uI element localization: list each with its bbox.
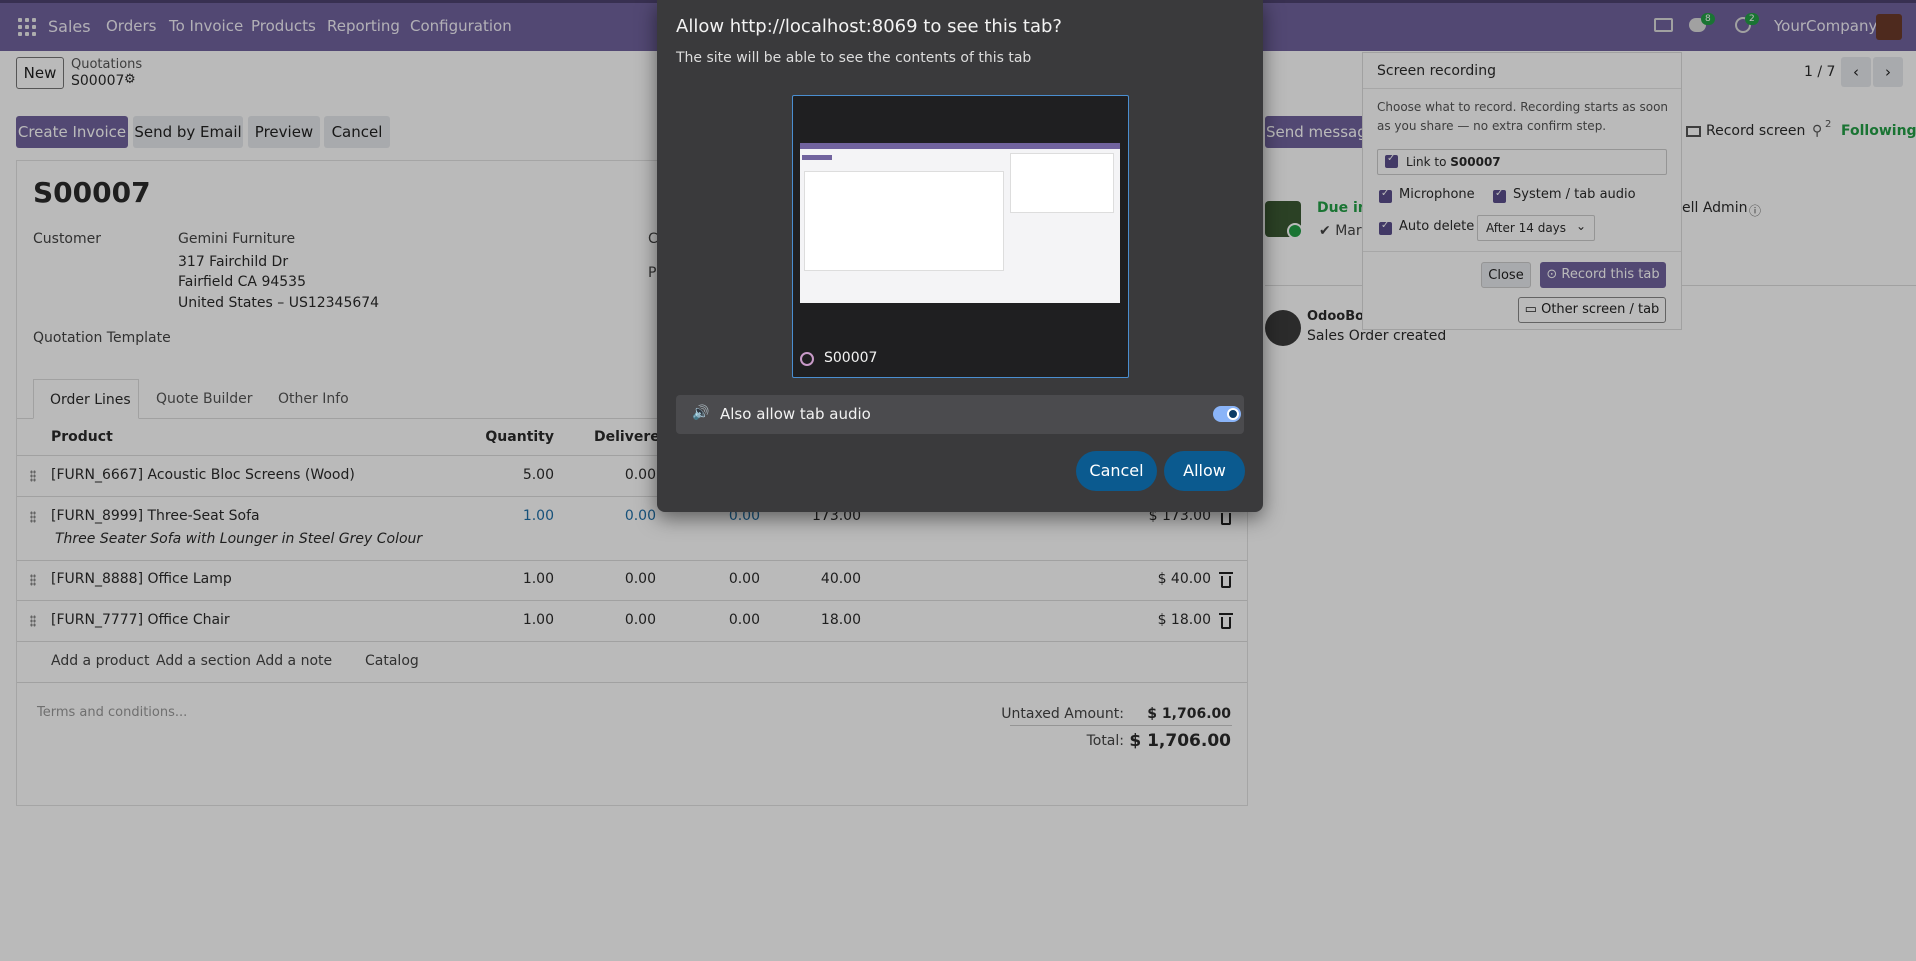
audio-toggle-switch[interactable] bbox=[1213, 406, 1241, 422]
dialog-cancel-button[interactable]: Cancel bbox=[1076, 451, 1157, 491]
speaker-icon: 🔊 bbox=[692, 405, 710, 421]
audio-toggle-row: 🔊 Also allow tab audio bbox=[676, 395, 1244, 434]
tab-name: S00007 bbox=[824, 350, 878, 366]
tab-option-card[interactable]: S00007 bbox=[792, 95, 1129, 378]
tab-thumbnail bbox=[800, 143, 1120, 303]
dialog-allow-button[interactable]: Allow bbox=[1164, 451, 1245, 491]
audio-label: Also allow tab audio bbox=[720, 405, 871, 423]
share-tab-dialog: Allow http://localhost:8069 to see this … bbox=[657, 0, 1263, 512]
tab-radio[interactable] bbox=[800, 352, 814, 366]
dialog-title: Allow http://localhost:8069 to see this … bbox=[676, 16, 1062, 37]
dialog-subtitle: The site will be able to see the content… bbox=[676, 50, 1032, 66]
